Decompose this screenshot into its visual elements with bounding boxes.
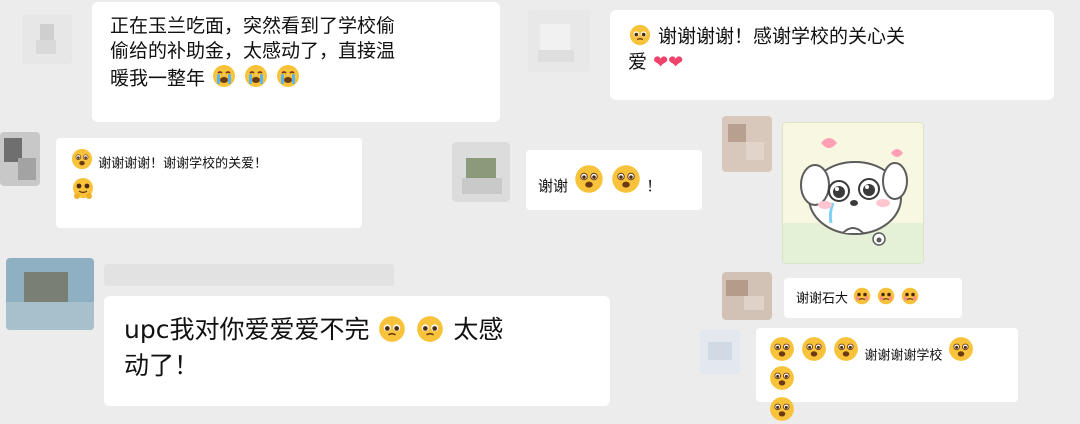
- crying-emoji-icon: [245, 65, 268, 88]
- tearful-emoji-icon: [853, 287, 871, 305]
- message-bubble[interactable]: 谢谢谢谢！感谢学校的关心关 爱 ❤❤: [610, 10, 1054, 100]
- message-line: 暖我一整年: [110, 64, 482, 92]
- avatar[interactable]: [6, 258, 94, 330]
- avatar[interactable]: [722, 272, 772, 320]
- message-line: [70, 177, 348, 204]
- message-bubble[interactable]: upc我对你爱爱爱不完 太感 动了！: [104, 296, 610, 406]
- message-bubble[interactable]: 谢谢谢谢学校: [756, 328, 1018, 421]
- pleading-emoji-icon: [379, 316, 406, 342]
- message-bubble[interactable]: 谢谢谢谢！谢谢学校的关爱！: [56, 138, 362, 228]
- touched-emoji-icon: [802, 337, 827, 361]
- message-line-text: 暖我一整年: [110, 67, 206, 90]
- username-placeholder: [104, 264, 394, 286]
- message-line: 爱 ❤❤: [628, 50, 1036, 75]
- message-text: 正在玉兰吃面，突然看到了学校偷 偷给的补助金，太感动了，直接温 暖我一整年: [110, 14, 482, 92]
- heart-icon: ❤: [668, 51, 684, 73]
- touched-emoji-icon: [770, 365, 794, 390]
- heart-icon: ❤: [653, 51, 669, 73]
- message-line-text: upc我对你爱爱爱不完: [124, 315, 370, 344]
- crying-puppy-sticker[interactable]: [782, 122, 924, 264]
- message-line: upc我对你爱爱爱不完 太感: [124, 312, 590, 348]
- avatar[interactable]: [528, 10, 590, 72]
- message-line-text: ！: [646, 177, 662, 196]
- message-line: 动了！: [124, 351, 200, 381]
- touched-emoji-icon: [770, 396, 794, 421]
- message-line: 偷给的补助金，太感动了，直接温: [110, 40, 396, 63]
- pleading-emoji-icon: [417, 316, 444, 342]
- message-bubble[interactable]: 正在玉兰吃面，突然看到了学校偷 偷给的补助金，太感动了，直接温 暖我一整年: [92, 2, 500, 122]
- message-line-text: 谢谢谢谢！谢谢学校的关爱！: [98, 156, 268, 172]
- message-text: 谢谢谢谢！谢谢学校的关爱！: [70, 148, 348, 204]
- message-text: upc我对你爱爱爱不完 太感 动了！: [124, 312, 590, 385]
- message-line: [768, 396, 1006, 424]
- message-bubble[interactable]: 谢谢 ！: [526, 150, 702, 210]
- avatar[interactable]: [700, 330, 740, 374]
- avatar[interactable]: [452, 142, 510, 202]
- crying-emoji-icon: [277, 65, 300, 88]
- avatar[interactable]: [22, 14, 72, 64]
- crying-emoji-icon: [213, 65, 236, 88]
- message-line-text: 爱: [628, 50, 648, 73]
- hug-emoji-icon: [73, 177, 93, 199]
- avatar[interactable]: [722, 116, 772, 172]
- message-line: 谢谢谢谢学校: [768, 336, 1006, 394]
- message-line-text: 谢谢谢谢学校: [864, 348, 943, 364]
- message-line: 谢谢谢谢！感谢学校的关心关: [628, 24, 1036, 50]
- touched-emoji-icon: [71, 148, 93, 170]
- touched-emoji-icon: [948, 337, 973, 361]
- message-line: 正在玉兰吃面，突然看到了学校偷: [110, 15, 396, 37]
- tearful-emoji-icon: [902, 287, 919, 305]
- avatar[interactable]: [0, 132, 40, 186]
- message-text: 谢谢谢谢学校: [768, 336, 1006, 424]
- crying-puppy-sticker-image: [783, 123, 923, 263]
- message-line: 谢谢谢谢！谢谢学校的关爱！: [70, 148, 348, 173]
- touched-emoji-icon: [770, 337, 794, 361]
- pleading-emoji-icon: [629, 24, 651, 46]
- message-line-text: 谢谢: [538, 177, 569, 196]
- message-text: 谢谢谢谢！感谢学校的关心关 爱 ❤❤: [628, 24, 1036, 75]
- message-text: 谢谢 ！: [538, 164, 690, 197]
- message-bubble[interactable]: 谢谢石大: [784, 278, 962, 318]
- tearful-emoji-icon: [878, 287, 895, 305]
- message-line-text: 太感: [453, 315, 504, 344]
- touched-emoji-icon: [575, 165, 603, 193]
- message-line-text: 谢谢谢谢！感谢学校的关心关: [658, 25, 906, 48]
- touched-emoji-icon: [834, 337, 859, 361]
- message-text: 谢谢石大: [796, 287, 950, 308]
- touched-emoji-icon: [611, 165, 640, 193]
- message-line-text: 谢谢石大: [796, 291, 849, 307]
